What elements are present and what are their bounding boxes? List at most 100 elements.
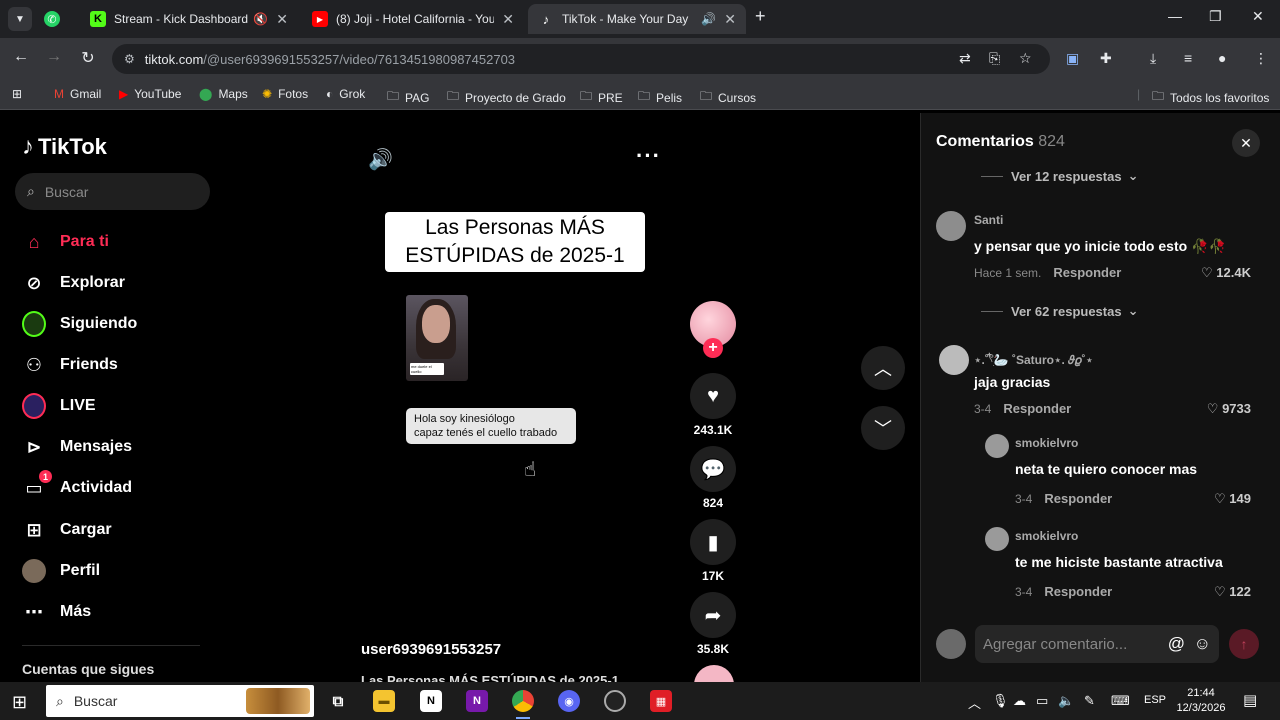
back-icon[interactable]: ←: [10, 48, 32, 66]
onenote-icon[interactable]: N: [466, 690, 488, 712]
comment-input[interactable]: Agregar comentario... @ ☺: [975, 625, 1219, 663]
maximize-icon[interactable]: ❐: [1209, 8, 1222, 25]
nav-live[interactable]: LIVE: [22, 393, 96, 419]
nav-actividad[interactable]: ▭ 1 Actividad: [22, 470, 132, 500]
comment-user[interactable]: ⋆.˚𓍢ִ໋🦢 ˚Saturo⋆. 𝜗𝜚˚⋆: [974, 348, 1093, 368]
previous-video-button[interactable]: ︿: [861, 346, 905, 390]
search-input[interactable]: ⌕ Buscar: [15, 173, 210, 210]
menu-icon[interactable]: ⋮: [1254, 50, 1268, 67]
nav-cargar[interactable]: ⊞ Cargar: [22, 518, 111, 542]
whatsapp-pinned-tab[interactable]: ✆: [44, 4, 64, 34]
microphone-icon[interactable]: 🎙: [992, 693, 1009, 709]
tab-tiktok[interactable]: ♪ TikTok - Make Your Day 🔊 ✕: [528, 4, 746, 34]
comment-like[interactable]: ♡ 149: [1181, 491, 1251, 507]
reply-button[interactable]: Responder: [1053, 265, 1121, 280]
obs-icon[interactable]: [604, 690, 626, 712]
chrome-icon[interactable]: [512, 690, 534, 712]
tab-youtube[interactable]: ▶ (8) Joji - Hotel California - YouT ✕: [302, 4, 524, 34]
app-red-icon[interactable]: ▦: [650, 690, 672, 712]
install-app-icon[interactable]: ⎘: [989, 50, 1000, 67]
all-bookmarks[interactable]: 🗀 Todos los favoritos: [1152, 87, 1269, 108]
close-window-icon[interactable]: ✕: [1252, 8, 1264, 25]
comment-user[interactable]: Santi: [974, 213, 1003, 227]
like-button[interactable]: ♥ 243.1K: [690, 373, 736, 437]
keyboard-icon[interactable]: ⌨: [1111, 693, 1130, 709]
comment-like[interactable]: ♡ 12.4K: [1181, 265, 1251, 281]
avatar[interactable]: [985, 434, 1009, 458]
language-indicator[interactable]: ESP: [1144, 694, 1166, 706]
address-bar[interactable]: ⚙ tiktok.com/@user6939691553257/video/76…: [112, 44, 1050, 74]
translate-icon[interactable]: ⇄: [959, 50, 971, 67]
nav-friends[interactable]: ⚇ Friends: [22, 353, 118, 377]
share-button[interactable]: ➦ 35.8K: [690, 592, 736, 656]
bookmark-folder-pre[interactable]: 🗀 PRE: [580, 87, 623, 108]
apps-icon[interactable]: ⊞: [12, 87, 22, 101]
bookmark-folder-pelis[interactable]: 🗀 Pelis: [638, 87, 682, 108]
avatar[interactable]: [939, 345, 969, 375]
windows-start-icon[interactable]: ⊞: [12, 692, 27, 713]
avatar[interactable]: [936, 211, 966, 241]
extensions-icon[interactable]: ✚: [1100, 50, 1112, 67]
nav-mas[interactable]: ⋯ Más: [22, 600, 91, 624]
bookmark-folder-proyecto[interactable]: 🗀 Proyecto de Grado: [447, 87, 566, 108]
bookmark-grok[interactable]: ◐ Grok: [326, 87, 365, 101]
comment-like[interactable]: ♡ 122: [1181, 584, 1251, 600]
pen-icon[interactable]: ✎: [1084, 693, 1095, 709]
tiktok-logo[interactable]: ♪ TikTok: [22, 133, 107, 161]
view-replies-link[interactable]: Ver 62 respuestas ⌄: [981, 303, 1138, 319]
comment-user[interactable]: smokielvro: [1015, 436, 1078, 450]
nav-mensajes[interactable]: ⊳ Mensajes: [22, 435, 132, 459]
emoji-icon[interactable]: ☺: [1194, 634, 1211, 654]
reply-button[interactable]: Responder: [1044, 491, 1112, 506]
next-video-button[interactable]: ﹀: [861, 406, 905, 450]
bookmark-youtube[interactable]: ▶ YouTube: [119, 87, 181, 101]
nav-para-ti[interactable]: ⌂ Para ti: [22, 230, 109, 254]
save-button[interactable]: ▮ 17K: [690, 519, 736, 583]
reply-button[interactable]: Responder: [1003, 401, 1071, 416]
forward-icon[interactable]: →: [43, 48, 65, 66]
reload-icon[interactable]: ↻: [77, 48, 99, 68]
comment-user[interactable]: smokielvro: [1015, 529, 1078, 543]
mention-icon[interactable]: @: [1168, 634, 1185, 654]
site-info-icon[interactable]: ⚙: [124, 52, 135, 66]
avatar[interactable]: [985, 527, 1009, 551]
minimize-icon[interactable]: —: [1168, 8, 1182, 24]
volume-icon[interactable]: 🔈: [1058, 693, 1074, 709]
tray-overflow-icon[interactable]: ︿: [968, 693, 981, 712]
extension-translate-icon[interactable]: ▣: [1066, 50, 1079, 67]
notion-icon[interactable]: N: [420, 690, 442, 712]
nav-siguiendo[interactable]: Siguiendo: [22, 311, 137, 337]
downloads-icon[interactable]: ⤓: [1150, 50, 1156, 67]
onedrive-icon[interactable]: ☁: [1013, 693, 1026, 709]
music-disc[interactable]: [694, 665, 734, 682]
tab-kick[interactable]: K Stream - Kick Dashboard 🔇 ✕: [80, 4, 298, 34]
notifications-icon[interactable]: ▤: [1243, 691, 1257, 709]
video-player[interactable]: 🔊 ··· Las Personas MÁS ESTÚPIDAS de 2025…: [360, 133, 670, 682]
volume-icon[interactable]: 🔊: [368, 147, 393, 172]
nav-explorar[interactable]: ⊘ Explorar: [22, 271, 124, 295]
view-replies-link[interactable]: Ver 12 respuestas ⌄: [981, 168, 1138, 184]
reply-button[interactable]: Responder: [1044, 584, 1112, 599]
close-tab-icon[interactable]: ✕: [502, 11, 514, 28]
send-comment-button[interactable]: ↑: [1229, 629, 1259, 659]
clock[interactable]: 21:44 12/3/2026: [1170, 686, 1232, 716]
bookmark-star-icon[interactable]: ☆: [1019, 50, 1032, 67]
file-explorer-icon[interactable]: ▬: [373, 690, 395, 712]
video-author[interactable]: user6939691553257: [361, 641, 501, 658]
close-tab-icon[interactable]: ✕: [724, 11, 736, 28]
task-view-icon[interactable]: ⧉: [327, 690, 349, 712]
bookmark-folder-pag[interactable]: 🗀 PAG: [387, 87, 429, 108]
profile-icon[interactable]: ●: [1218, 50, 1226, 66]
network-icon[interactable]: ▭: [1036, 693, 1048, 709]
nav-perfil[interactable]: Perfil: [22, 559, 100, 583]
bookmark-folder-cursos[interactable]: 🗀 Cursos: [700, 87, 756, 108]
tab-search-button[interactable]: ▼: [8, 7, 32, 31]
follow-plus-button[interactable]: +: [703, 338, 723, 358]
close-comments-button[interactable]: ✕: [1232, 129, 1260, 157]
bookmark-fotos[interactable]: ✺ Fotos: [262, 87, 308, 101]
bookmark-gmail[interactable]: M Gmail: [54, 87, 101, 101]
new-tab-icon[interactable]: +: [755, 6, 766, 27]
media-control-icon[interactable]: ≡: [1184, 50, 1192, 66]
comment-button[interactable]: 💬 824: [690, 446, 736, 510]
video-more-icon[interactable]: ···: [636, 143, 661, 169]
